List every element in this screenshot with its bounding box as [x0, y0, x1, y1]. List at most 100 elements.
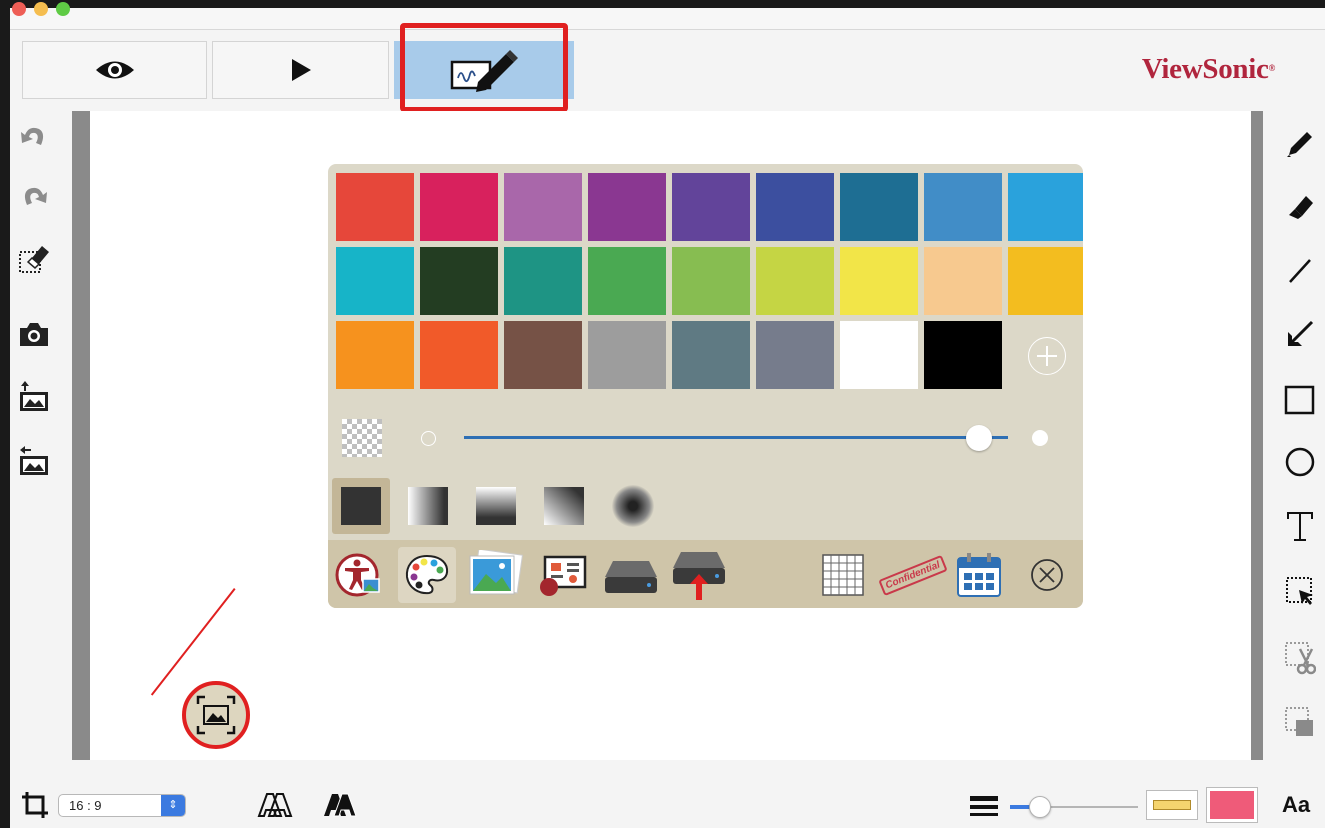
color-swatch[interactable] — [840, 247, 918, 315]
brush-style-solid[interactable] — [332, 478, 390, 534]
crop-button[interactable] — [20, 790, 50, 820]
close-icon — [1031, 559, 1063, 591]
camera-button[interactable] — [16, 316, 52, 352]
line-width-slider[interactable] — [1010, 795, 1138, 819]
my-content-button[interactable] — [534, 547, 592, 603]
gallery-button[interactable] — [466, 547, 524, 603]
color-swatch[interactable] — [756, 247, 834, 315]
font-label: Aa — [1282, 792, 1311, 817]
line-tool-button[interactable] — [1282, 253, 1318, 289]
minimize-window-button[interactable] — [34, 2, 48, 16]
brush-style-radial[interactable] — [612, 485, 654, 527]
calendar-icon — [957, 553, 1001, 597]
color-swatch[interactable] — [672, 321, 750, 389]
close-palette-button[interactable] — [1018, 547, 1076, 603]
paste-tool-button[interactable] — [1282, 704, 1318, 740]
arrow-tool-button[interactable] — [1282, 316, 1318, 352]
background-image-icon — [196, 695, 236, 735]
export-image-button[interactable] — [16, 442, 52, 478]
opacity-slider-knob[interactable] — [966, 425, 993, 451]
brush-style-gradient-top[interactable] — [476, 487, 516, 525]
color-swatch[interactable] — [1008, 173, 1083, 241]
add-color-button[interactable] — [1028, 337, 1066, 375]
color-swatch[interactable] — [420, 321, 498, 389]
font-button[interactable]: Aa — [1282, 792, 1322, 822]
color-swatch[interactable] — [840, 321, 918, 389]
presentation-mode-button[interactable] — [212, 41, 389, 99]
text-tool-button[interactable] — [1282, 508, 1318, 544]
color-swatch[interactable] — [504, 321, 582, 389]
close-window-button[interactable] — [12, 2, 26, 16]
opacity-slider-track — [464, 436, 1008, 439]
app-window: ViewSonic® Confidential 16: 9 ⇕ Aa — [10, 2, 1325, 828]
grid-button[interactable] — [814, 547, 872, 603]
palette-button[interactable] — [398, 547, 456, 603]
cut-icon — [1285, 642, 1316, 675]
line-width-slider-knob[interactable] — [1029, 796, 1052, 818]
color-swatch[interactable] — [756, 321, 834, 389]
zoom-window-button[interactable] — [56, 2, 70, 16]
text-outline-button[interactable] — [253, 790, 293, 820]
color-swatch[interactable] — [504, 247, 582, 315]
color-swatch[interactable] — [336, 173, 414, 241]
color-swatch[interactable] — [588, 321, 666, 389]
text-fill-button[interactable] — [318, 790, 358, 820]
clear-selection-icon — [19, 246, 49, 273]
color-swatch[interactable] — [336, 321, 414, 389]
my-content-icon — [540, 555, 587, 596]
color-swatch[interactable] — [504, 173, 582, 241]
color-swatch[interactable] — [420, 247, 498, 315]
confidential-stamp-icon: Confidential — [878, 554, 948, 596]
arrow-icon — [1288, 320, 1314, 346]
color-swatch[interactable] — [924, 247, 1002, 315]
color-swatch[interactable] — [420, 173, 498, 241]
opacity-max-icon — [1032, 430, 1048, 446]
eraser-tool-button[interactable] — [1282, 188, 1318, 224]
drive-upload-button[interactable] — [670, 547, 728, 603]
brush-style-gradient-left[interactable] — [408, 487, 448, 525]
viewsonic-logo: ViewSonic® — [1142, 53, 1275, 86]
import-image-button[interactable] — [16, 378, 52, 414]
undo-button[interactable] — [16, 118, 52, 154]
clear-selection-button[interactable] — [16, 240, 52, 276]
stroke-color-well[interactable] — [1206, 787, 1258, 823]
color-swatch[interactable] — [672, 173, 750, 241]
color-swatch[interactable] — [756, 173, 834, 241]
pen-tool-button[interactable] — [1282, 126, 1318, 162]
accessibility-image-button[interactable] — [330, 547, 388, 603]
drive-button[interactable] — [602, 547, 660, 603]
color-swatch-grid — [336, 173, 1083, 389]
color-swatch[interactable] — [924, 173, 1002, 241]
rectangle-tool-button[interactable] — [1282, 382, 1318, 418]
fill-color-well[interactable] — [1146, 790, 1198, 820]
brush-style-gradient-corner[interactable] — [544, 487, 584, 525]
eye-icon — [95, 61, 134, 79]
circle-tool-button[interactable] — [1282, 444, 1318, 480]
color-swatch[interactable] — [924, 321, 1002, 389]
color-swatch[interactable] — [336, 247, 414, 315]
calendar-button[interactable] — [950, 547, 1008, 603]
color-swatch[interactable] — [1008, 247, 1083, 315]
opacity-slider[interactable] — [464, 425, 1008, 451]
line-width-button[interactable] — [968, 793, 1000, 821]
aspect-ratio-select[interactable]: 16 : 9 ⇕ — [58, 794, 186, 817]
select-tool-button[interactable] — [1282, 573, 1318, 609]
line-width-icon — [970, 796, 998, 816]
background-image-button[interactable] — [182, 681, 250, 749]
color-swatch[interactable] — [840, 173, 918, 241]
text-outline-icon — [257, 793, 293, 817]
camera-icon — [20, 323, 48, 346]
select-icon — [1286, 577, 1313, 605]
gallery-icon — [469, 550, 523, 595]
viewer-mode-button[interactable] — [22, 41, 207, 99]
color-swatch[interactable] — [672, 247, 750, 315]
cut-tool-button[interactable] — [1282, 640, 1318, 676]
color-swatch[interactable] — [588, 247, 666, 315]
aspect-ratio-value: 16 : 9 — [69, 798, 102, 813]
redo-button[interactable] — [16, 178, 52, 214]
confidential-stamp-button[interactable]: Confidential — [878, 547, 948, 603]
palette-icon — [405, 554, 449, 595]
export-image-icon — [20, 446, 48, 475]
color-swatch[interactable] — [588, 173, 666, 241]
pen-icon — [1287, 132, 1312, 157]
